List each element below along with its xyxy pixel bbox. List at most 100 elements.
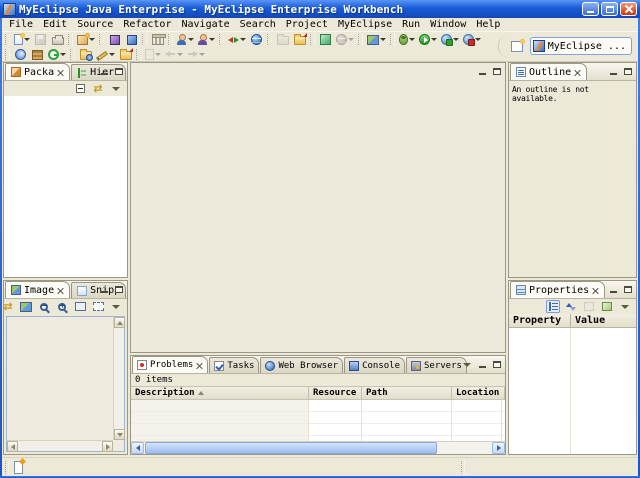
toolbar-grip[interactable] [68, 34, 73, 45]
new-web-component-button[interactable] [75, 33, 97, 47]
run-server-button[interactable] [439, 33, 461, 47]
sort-properties-button[interactable] [564, 300, 578, 313]
fit-to-window-button[interactable] [91, 300, 105, 313]
menu-item-myeclipse[interactable]: MyEclipse [333, 19, 397, 30]
close-tab-icon[interactable] [57, 287, 64, 294]
minimize-editor-button[interactable] [476, 66, 488, 77]
open-type-button[interactable] [12, 48, 29, 62]
maximize-view-button[interactable] [491, 359, 503, 370]
menu-item-project[interactable]: Project [281, 19, 333, 30]
zoom-in-button[interactable]: + [55, 300, 69, 313]
print-button[interactable] [49, 33, 66, 47]
horizontal-scrollbar[interactable] [131, 441, 505, 454]
refresh-link-button[interactable]: ⇄ [1, 300, 15, 313]
column-header-resource[interactable]: Resource [309, 387, 362, 399]
properties-table-body[interactable] [509, 328, 636, 454]
toolbar-grip[interactable] [358, 34, 363, 45]
view-menu-button[interactable] [109, 82, 123, 95]
import-button[interactable] [117, 48, 134, 62]
menu-item-file[interactable]: File [4, 19, 38, 30]
close-tab-icon[interactable] [592, 287, 599, 294]
show-categories-button[interactable] [546, 300, 560, 313]
new-interface-button[interactable] [196, 33, 217, 47]
minimize-view-button[interactable] [476, 359, 488, 370]
menu-item-navigate[interactable]: Navigate [176, 19, 234, 30]
tab-problems[interactable]: Problems [132, 356, 208, 373]
maximize-view-button[interactable] [113, 66, 125, 77]
column-header-value[interactable]: Value [571, 314, 609, 327]
scroll-left-button[interactable] [131, 442, 144, 454]
tab-package-explorer[interactable]: Packa [5, 63, 70, 80]
tab-web-browser[interactable]: Web Browser [260, 357, 343, 373]
scroll-right-button[interactable] [492, 442, 505, 454]
column-header-path[interactable]: Path [362, 387, 452, 399]
maximize-view-button[interactable] [622, 66, 634, 77]
maximize-view-button[interactable] [113, 284, 125, 295]
open-image-button[interactable] [19, 300, 33, 313]
back-button[interactable] [163, 48, 185, 62]
open-resource-button[interactable] [77, 48, 94, 62]
tab-console[interactable]: Console [344, 357, 405, 373]
vertical-scrollbar[interactable] [113, 317, 124, 440]
open-perspective-button[interactable] [509, 39, 526, 53]
database-explorer-button[interactable] [149, 33, 166, 47]
scroll-down-button[interactable] [114, 429, 125, 440]
horizontal-scrollbar[interactable] [7, 440, 113, 451]
ejb-project-button[interactable] [106, 33, 123, 47]
perspective-myeclipse-toggle[interactable]: MyEclipse ... [530, 37, 632, 55]
menu-item-refactor[interactable]: Refactor [118, 19, 176, 30]
minimize-view-button[interactable] [607, 284, 619, 295]
fast-view-icon[interactable] [14, 461, 23, 474]
image-preview-canvas[interactable] [6, 316, 125, 452]
maximize-editor-button[interactable] [491, 66, 503, 77]
web-browser-button[interactable] [248, 33, 265, 47]
tab-servers[interactable]: Servers [406, 357, 467, 373]
menu-item-window[interactable]: Window [425, 19, 471, 30]
close-button[interactable] [620, 2, 637, 16]
close-tab-icon[interactable] [574, 69, 581, 76]
menu-item-search[interactable]: Search [235, 19, 281, 30]
zoom-out-button[interactable]: − [37, 300, 51, 313]
editor-area[interactable] [130, 62, 506, 353]
new-property-button[interactable] [600, 300, 614, 313]
toolbar-grip[interactable] [310, 34, 315, 45]
scrollbar-thumb[interactable] [145, 442, 437, 454]
close-tab-icon[interactable] [196, 362, 203, 369]
tab-properties[interactable]: Properties [510, 281, 605, 298]
minimize-button[interactable] [582, 2, 599, 16]
deploy-button[interactable] [226, 33, 248, 47]
close-tab-icon[interactable] [57, 69, 64, 76]
toolbar-grip[interactable] [390, 34, 395, 45]
toolbar-grip[interactable] [99, 34, 104, 45]
collapse-all-button[interactable] [73, 82, 87, 95]
minimize-view-button[interactable] [98, 284, 110, 295]
menu-item-help[interactable]: Help [471, 19, 505, 30]
toolbar-grip[interactable] [5, 34, 10, 45]
scroll-left-button[interactable] [7, 441, 18, 452]
toolbar-grip[interactable] [70, 49, 75, 60]
tab-image-preview[interactable]: Image [5, 281, 70, 298]
column-header-description[interactable]: Description [131, 387, 309, 399]
minimize-view-button[interactable] [607, 66, 619, 77]
scroll-up-button[interactable] [114, 317, 125, 328]
view-menu-button[interactable] [109, 300, 123, 313]
run-button[interactable] [417, 33, 439, 47]
open-report-button[interactable] [274, 33, 291, 47]
report-return-button[interactable] [291, 33, 308, 47]
link-with-editor-button[interactable]: ⇄ [91, 82, 105, 95]
toolbar-grip[interactable] [219, 34, 224, 45]
restore-default-button[interactable] [582, 300, 596, 313]
toolbar-grip[interactable] [142, 34, 147, 45]
new-class-button[interactable] [175, 33, 196, 47]
google-search-button[interactable] [46, 48, 68, 62]
save-button[interactable] [32, 33, 49, 47]
java-project-button[interactable] [123, 33, 140, 47]
tab-outline[interactable]: Outline [510, 63, 587, 80]
new-wizard-button[interactable] [12, 33, 32, 47]
menu-item-source[interactable]: Source [72, 19, 118, 30]
new-server-button[interactable] [317, 33, 334, 47]
menu-item-run[interactable]: Run [397, 19, 425, 30]
stop-server-button[interactable] [461, 33, 483, 47]
problems-table-body[interactable] [131, 400, 505, 441]
view-menu-button[interactable] [461, 359, 473, 370]
